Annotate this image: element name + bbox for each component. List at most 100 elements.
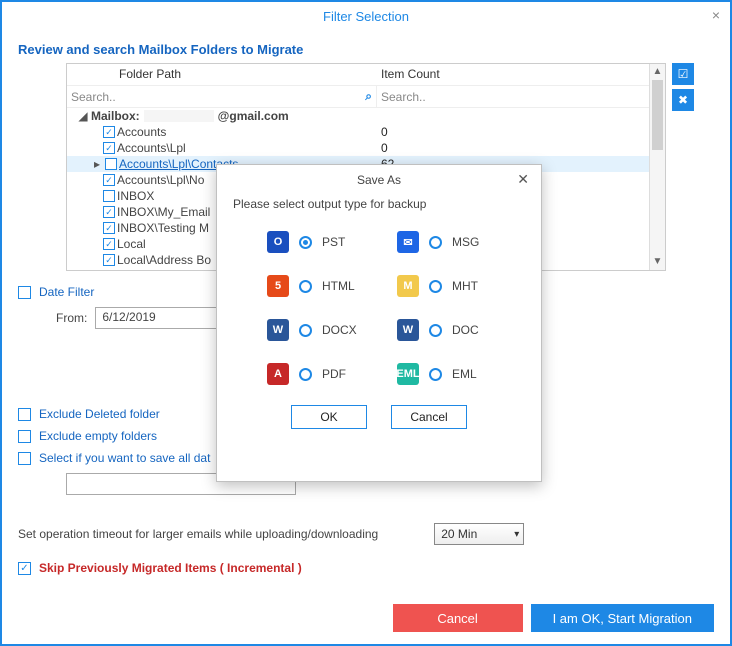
search-item-count[interactable]: Search.. ⌕ xyxy=(377,86,665,107)
radio-msg[interactable] xyxy=(429,236,442,249)
format-option-pdf[interactable]: A PDF xyxy=(267,363,391,385)
radio-html[interactable] xyxy=(299,280,312,293)
from-date-input[interactable]: 6/12/2019 xyxy=(95,307,225,329)
mailbox-email-suffix: @gmail.com xyxy=(218,109,289,123)
radio-eml[interactable] xyxy=(429,368,442,381)
search-folder-path[interactable]: Search.. ⌕ xyxy=(67,86,377,107)
vertical-scrollbar[interactable]: ▲ ▼ xyxy=(649,64,665,270)
date-filter-label: Date Filter xyxy=(39,285,94,299)
row-checkbox[interactable]: ✓ xyxy=(103,174,115,186)
row-checkbox[interactable]: ✓ xyxy=(103,142,115,154)
mht-icon: M xyxy=(397,275,419,297)
header-item-count[interactable]: Item Count xyxy=(377,64,665,85)
format-label: HTML xyxy=(322,279,355,293)
date-filter-checkbox[interactable]: ✓ xyxy=(18,286,31,299)
save-all-label: Select if you want to save all dat xyxy=(39,451,210,465)
row-checkbox[interactable]: ✓ xyxy=(103,238,115,250)
dialog-close-icon[interactable]: ✕ xyxy=(517,171,529,188)
skip-migrated-label: Skip Previously Migrated Items ( Increme… xyxy=(39,561,302,575)
folder-name: Local xyxy=(117,237,146,251)
msg-icon: ✉ xyxy=(397,231,419,253)
radio-docx[interactable] xyxy=(299,324,312,337)
deselect-all-button[interactable]: ✖ xyxy=(672,89,694,111)
exclude-deleted-label: Exclude Deleted folder xyxy=(39,407,160,421)
folder-name: INBOX xyxy=(117,189,154,203)
radio-doc[interactable] xyxy=(429,324,442,337)
radio-pst[interactable] xyxy=(299,236,312,249)
skip-migrated-checkbox[interactable]: ✓ xyxy=(18,562,31,575)
exclude-empty-checkbox[interactable]: ✓ xyxy=(18,430,31,443)
folder-name: Accounts xyxy=(117,125,166,139)
header-folder-path[interactable]: Folder Path xyxy=(67,64,377,85)
radio-pdf[interactable] xyxy=(299,368,312,381)
eml-icon: EML xyxy=(397,363,419,385)
folder-name: Local\Address Bo xyxy=(117,253,211,267)
format-option-msg[interactable]: ✉ MSG xyxy=(397,231,521,253)
dialog-title: Save As xyxy=(357,173,401,187)
row-checkbox[interactable]: ✓ xyxy=(103,126,115,138)
format-option-pst[interactable]: O PST xyxy=(267,231,391,253)
close-icon[interactable]: × xyxy=(712,7,720,23)
search-icon[interactable]: ⌕ xyxy=(365,89,372,104)
tree-search-row: Search.. ⌕ Search.. ⌕ xyxy=(67,86,665,108)
format-option-mht[interactable]: M MHT xyxy=(397,275,521,297)
from-label: From: xyxy=(56,311,87,325)
radio-mht[interactable] xyxy=(429,280,442,293)
format-option-html[interactable]: 5 HTML xyxy=(267,275,391,297)
titlebar: Filter Selection × xyxy=(2,2,730,30)
exclude-empty-label: Exclude empty folders xyxy=(39,429,157,443)
pst-icon: O xyxy=(267,231,289,253)
select-all-button[interactable]: ☑ xyxy=(672,63,694,85)
table-row[interactable]: ✓Accounts\Lpl 0 xyxy=(67,140,665,156)
format-label: MSG xyxy=(452,235,479,249)
expand-icon[interactable]: ▸ xyxy=(91,157,103,171)
format-option-doc[interactable]: W DOC xyxy=(397,319,521,341)
format-label: EML xyxy=(452,367,477,381)
format-option-docx[interactable]: W DOCX xyxy=(267,319,391,341)
format-label: MHT xyxy=(452,279,478,293)
window-title: Filter Selection xyxy=(323,9,409,24)
format-label: PST xyxy=(322,235,345,249)
format-label: DOC xyxy=(452,323,479,337)
pdf-icon: A xyxy=(267,363,289,385)
collapse-icon[interactable]: ◢ xyxy=(77,109,89,123)
row-checkbox[interactable]: ✓ xyxy=(105,158,117,170)
item-count: 0 xyxy=(377,125,665,139)
redacted-email-prefix xyxy=(144,110,214,122)
timeout-value: 20 Min xyxy=(441,527,477,541)
search-input-count[interactable]: Search.. xyxy=(381,90,650,104)
table-row[interactable]: ✓Accounts 0 xyxy=(67,124,665,140)
section-heading: Review and search Mailbox Folders to Mig… xyxy=(18,42,714,57)
doc-icon: W xyxy=(397,319,419,341)
timeout-label: Set operation timeout for larger emails … xyxy=(18,527,378,541)
item-count: 0 xyxy=(377,141,665,155)
tree-headers: Folder Path Item Count xyxy=(67,64,665,86)
save-as-dialog: Save As ✕ Please select output type for … xyxy=(216,164,542,482)
folder-name: Accounts\Lpl\No xyxy=(117,173,204,187)
cancel-button[interactable]: Cancel xyxy=(393,604,523,632)
dialog-cancel-button[interactable]: Cancel xyxy=(391,405,467,429)
row-checkbox[interactable]: ✓ xyxy=(103,222,115,234)
exclude-deleted-checkbox[interactable]: ✓ xyxy=(18,408,31,421)
row-checkbox[interactable]: ✓ xyxy=(103,254,115,266)
format-option-eml[interactable]: EML EML xyxy=(397,363,521,385)
dialog-ok-button[interactable]: OK xyxy=(291,405,367,429)
scroll-up-icon[interactable]: ▲ xyxy=(650,64,665,80)
save-all-checkbox[interactable]: ✓ xyxy=(18,452,31,465)
search-input-path[interactable]: Search.. xyxy=(71,90,361,104)
format-label: PDF xyxy=(322,367,346,381)
row-checkbox[interactable]: ✓ xyxy=(103,206,115,218)
folder-name: Accounts\Lpl xyxy=(117,141,186,155)
timeout-dropdown[interactable]: 20 Min ▾ xyxy=(434,523,524,545)
folder-name: INBOX\My_Email xyxy=(117,205,210,219)
row-checkbox[interactable]: ✓ xyxy=(103,190,115,202)
docx-icon: W xyxy=(267,319,289,341)
dialog-description: Please select output type for backup xyxy=(217,195,541,221)
mailbox-label: Mailbox: xyxy=(91,109,140,123)
scroll-thumb[interactable] xyxy=(652,80,663,150)
format-label: DOCX xyxy=(322,323,357,337)
html-icon: 5 xyxy=(267,275,289,297)
chevron-down-icon: ▾ xyxy=(514,529,519,540)
start-migration-button[interactable]: I am OK, Start Migration xyxy=(531,604,714,632)
scroll-down-icon[interactable]: ▼ xyxy=(650,254,665,270)
